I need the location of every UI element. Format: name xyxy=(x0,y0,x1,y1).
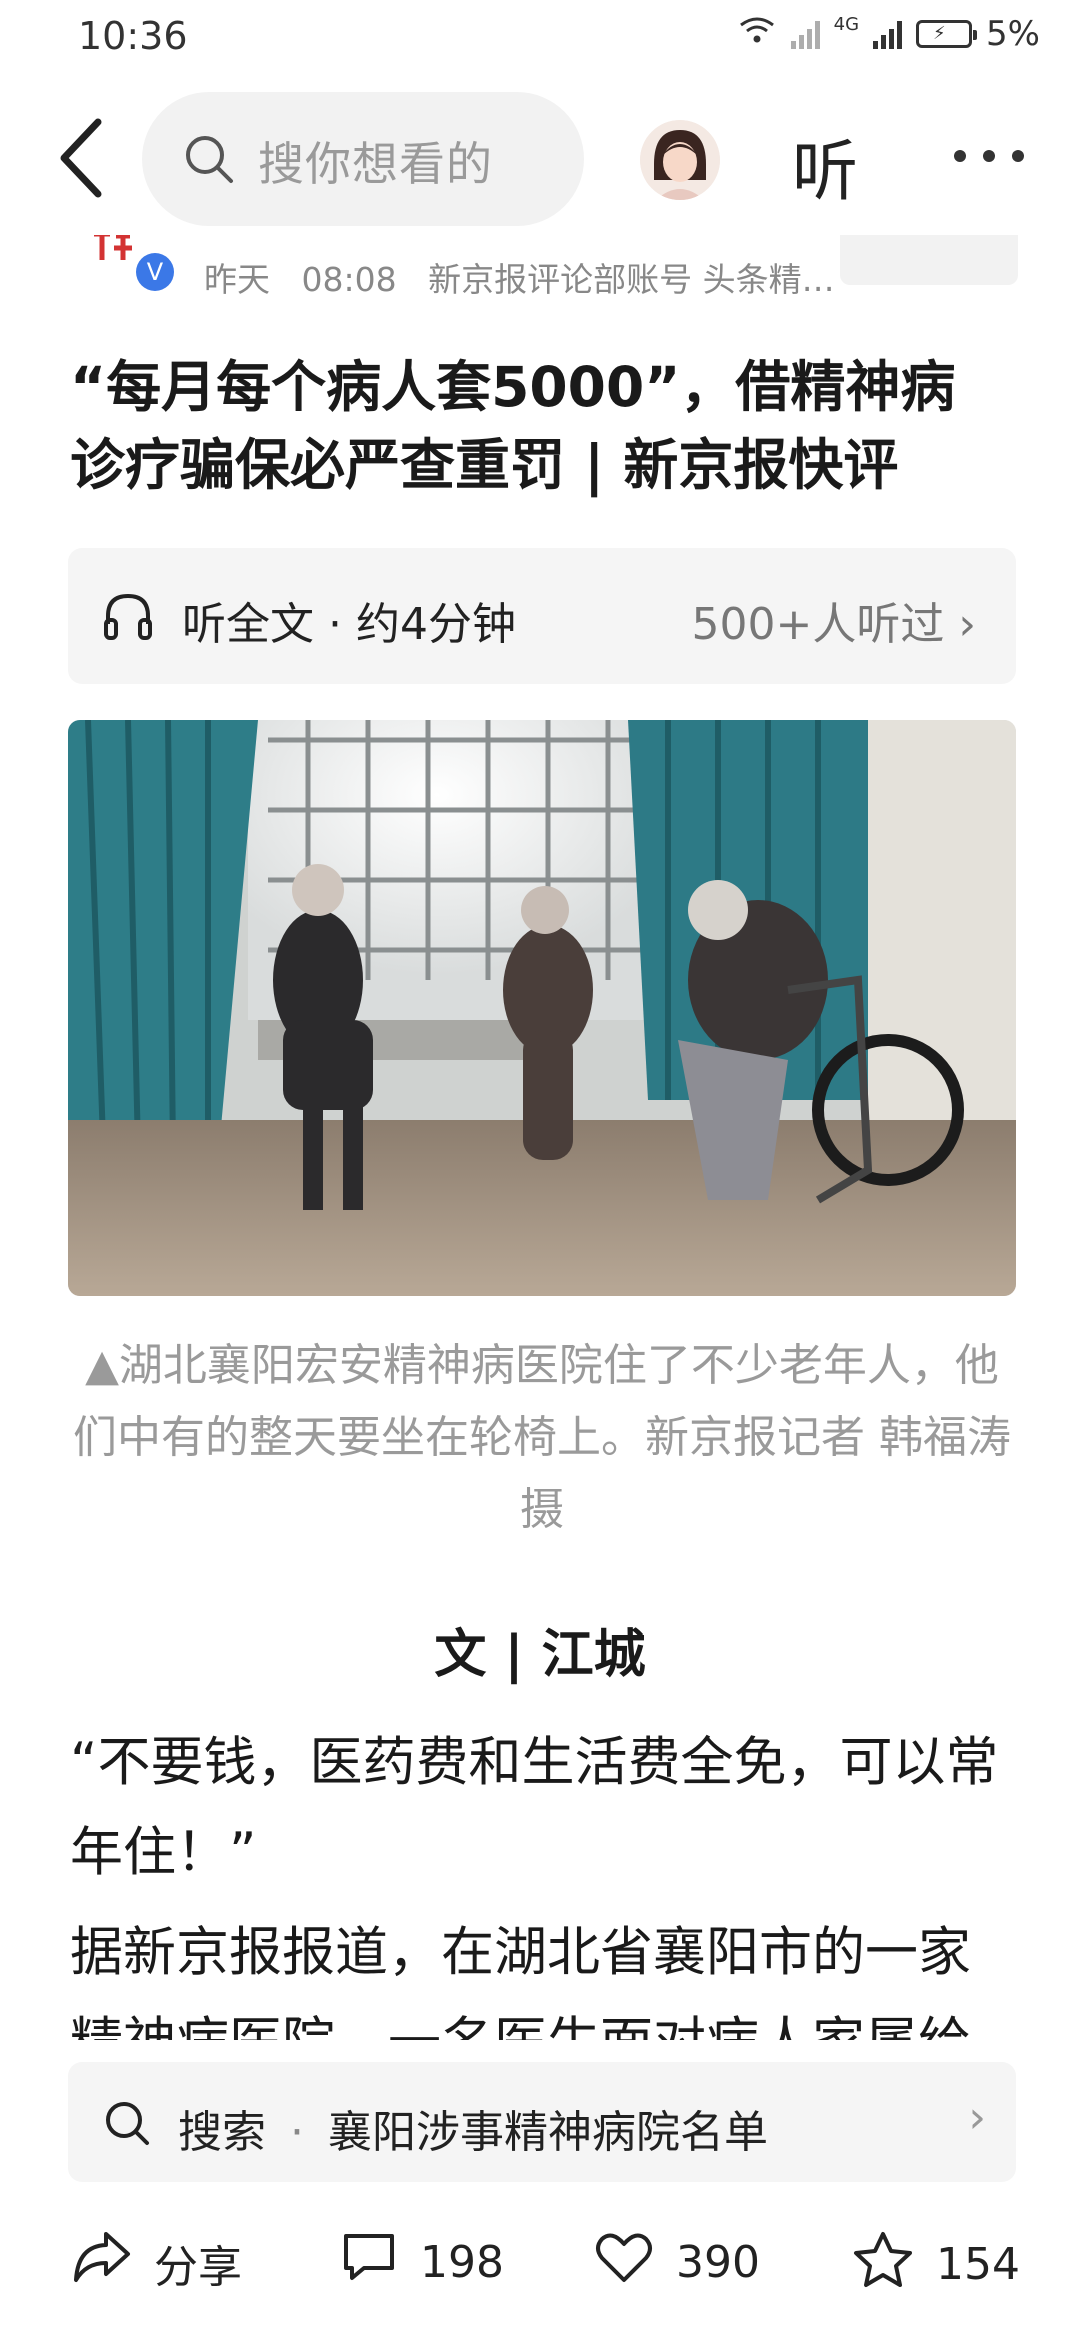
status-bar: 10:36 4G ⚡ 5% xyxy=(0,0,1080,80)
like-icon xyxy=(594,2230,654,2295)
like-button[interactable]: 390 xyxy=(594,2230,760,2295)
listen-button[interactable]: 听 xyxy=(792,118,858,214)
suggestion-text: 搜索 · 襄阳涉事精神病院名单 xyxy=(178,2096,768,2160)
headphones-icon xyxy=(102,590,154,646)
article-photo[interactable] xyxy=(68,720,1016,1296)
avatar[interactable] xyxy=(640,120,720,200)
post-time: 08:08 xyxy=(301,260,397,299)
chevron-right-icon: › xyxy=(968,2092,986,2143)
share-button[interactable]: 分享 xyxy=(72,2230,242,2295)
comment-count: 198 xyxy=(420,2237,504,2288)
comment-button[interactable]: 198 xyxy=(340,2230,504,2295)
back-button[interactable] xyxy=(56,118,112,198)
signal-icon xyxy=(790,19,820,49)
byline: 文 | 江城 xyxy=(434,1625,646,1685)
battery-level: 5% xyxy=(986,14,1040,54)
chevron-right-icon: › xyxy=(958,599,976,650)
suggestion-prefix: 搜索 xyxy=(178,2107,266,2158)
wifi-icon xyxy=(737,14,777,54)
suggestion-query: 襄阳涉事精神病院名单 xyxy=(328,2107,768,2158)
status-icons: 4G ⚡ 5% xyxy=(737,14,1040,54)
like-count: 390 xyxy=(676,2237,760,2288)
follow-button[interactable] xyxy=(840,235,1018,285)
listen-count-text: 500+人听过 xyxy=(691,599,945,650)
favorite-button[interactable]: 154 xyxy=(852,2230,1020,2299)
author-account[interactable]: 新京报评论部账号 头条精… xyxy=(428,260,835,299)
listen-full-article-bar[interactable]: 听全文 · 约4分钟 500+人听过 › xyxy=(68,548,1016,684)
related-search-suggestion[interactable]: 搜索 · 襄阳涉事精神病院名单 › xyxy=(68,2062,1016,2182)
listen-full-label: 听全文 · 约4分钟 xyxy=(182,599,516,650)
status-time: 10:36 xyxy=(78,14,188,58)
share-icon xyxy=(72,2230,132,2295)
verified-badge: V xyxy=(136,253,174,291)
signal-strength-icon xyxy=(873,19,903,49)
photo-caption: ▲湖北襄阳宏安精神病医院住了不少老年人，他们中有的整天要坐在轮椅上。新京报记者 … xyxy=(73,1340,1011,1535)
network-type: 4G xyxy=(833,14,860,35)
suggestion-separator: · xyxy=(290,2107,304,2158)
author-row: V 昨天 08:08 新京报评论部账号 头条精… xyxy=(0,235,1080,310)
favorite-count: 154 xyxy=(936,2239,1020,2290)
more-icon[interactable] xyxy=(954,150,1024,164)
listen-count: 500+人听过 › xyxy=(692,588,976,652)
author-meta: 昨天 08:08 新京报评论部账号 头条精… xyxy=(204,253,835,301)
author-logo[interactable] xyxy=(90,235,134,279)
comment-icon xyxy=(340,2230,398,2295)
back-icon xyxy=(60,118,102,198)
battery-icon: ⚡ xyxy=(916,20,978,48)
bottom-toolbar: 分享 198 390 154 xyxy=(0,2196,1080,2340)
search-placeholder: 搜你想看的 xyxy=(258,137,493,191)
search-icon xyxy=(104,2100,150,2150)
article-paragraph: “不要钱，医药费和生活费全免，可以常年住！” xyxy=(70,1732,999,1883)
post-date: 昨天 xyxy=(204,260,270,299)
favorite-icon xyxy=(852,2230,914,2299)
search-input[interactable]: 搜你想看的 xyxy=(142,92,584,226)
share-label: 分享 xyxy=(154,2241,242,2293)
search-icon xyxy=(184,134,234,188)
article-paragraph: 据新京报报道，在湖北省襄阳市的一家精神病医院，一名医生面对病人家属给 xyxy=(70,1922,971,2040)
article-title: “每月每个病人套5000”，借精神病诊疗骗保必严查重罚 | 新京报快评 xyxy=(70,355,956,497)
